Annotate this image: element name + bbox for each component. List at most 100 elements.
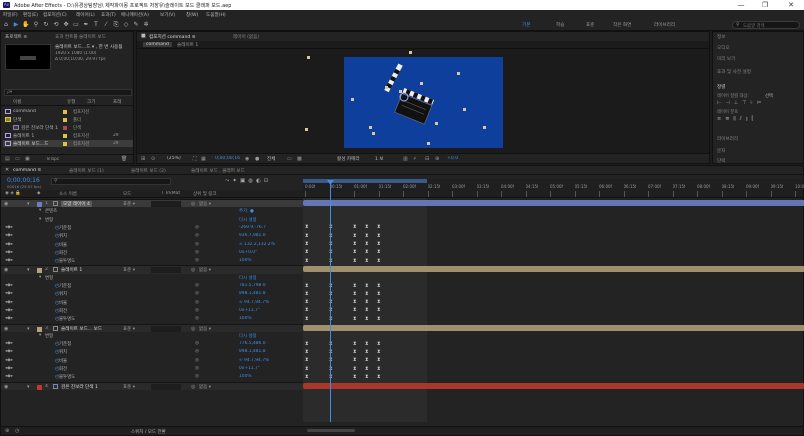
twirl-down-icon[interactable]: ▾ [27,267,30,273]
keyframe-navigator-icon[interactable]: ◂◆▸ [5,308,13,313]
keyframe-icon[interactable]: ⧗ [305,258,309,264]
keyframe-icon[interactable]: ⧗ [377,291,381,297]
selection-icon[interactable]: ▶ [12,21,20,29]
menu-composition[interactable]: 컴포지션(C) [43,12,67,18]
hand-icon[interactable]: ✋ [22,21,30,29]
keyframe-icon[interactable]: ⧗ [353,225,357,230]
twirl-down-icon[interactable]: ▾ [39,275,41,280]
keyframe-icon[interactable]: ⧗ [365,233,369,239]
visibility-eye-icon[interactable]: ◉ [4,326,8,332]
minimize-button[interactable]: — [732,0,750,10]
expression-pickwhip-icon[interactable]: ◎ [195,250,199,255]
project-item-selected[interactable]: 슬레이트 보드...드 컴포지션 29 [3,140,133,147]
pick-whip-icon[interactable]: ◎ [191,201,195,207]
rotate-icon[interactable]: ↻ [42,21,50,29]
property-value[interactable]: 776.5,486.0 [239,341,266,346]
color-channel-icon[interactable]: ● [255,156,259,162]
help-search-input[interactable]: ⚲ 도움말 검색 [732,21,800,29]
transform-handle[interactable] [399,90,402,93]
property-value[interactable]: ∞ 132.2,132.2% [239,242,275,247]
expression-pickwhip-icon[interactable]: ◎ [195,349,199,354]
align-to-dropdown[interactable]: 선택 [765,93,773,99]
col-trkmat[interactable]: T TrkMat [161,191,180,196]
expression-pickwhip-icon[interactable]: ◎ [195,225,199,230]
close-tab-icon[interactable]: ✕ [5,167,9,173]
toggle-pixel-icon[interactable]: ▥ [403,156,408,162]
new-folder-icon[interactable]: ▭ [15,156,20,162]
keyframe-icon[interactable]: ⧗ [305,283,309,289]
keyframe-navigator-icon[interactable]: ◂◆▸ [5,374,13,379]
keyframe-icon[interactable]: ⧗ [353,374,357,380]
keyframe-icon[interactable]: ⧗ [305,250,309,255]
transform-handle[interactable] [427,142,430,145]
property-row[interactable]: ◂◆▸ ◴ 위치 898.1,481.8 ◎ [1,290,303,298]
maximize-button[interactable]: ❐ [756,0,774,10]
keyframe-navigator-icon[interactable]: ◂◆▸ [5,225,13,230]
keyframe-icon[interactable]: ⧗ [365,283,369,289]
transform-handle[interactable] [351,98,354,101]
panel-effects-presets[interactable]: 효과 및 사전 설정 [717,69,751,75]
twirl-down-icon[interactable]: ▾ [39,217,41,222]
layer-label-color[interactable] [37,202,42,207]
keyframe-navigator-icon[interactable]: ◂◆▸ [5,300,13,305]
fit-icon[interactable]: ⛶ [193,156,197,162]
expression-pickwhip-icon[interactable]: ◎ [195,242,199,247]
interpret-footage-icon[interactable]: ▤ [5,156,10,162]
panel-character[interactable]: 문자 [717,148,725,154]
tab-slate-clapper[interactable]: 슬레이트 보드 , 클래퍼 보드 [191,168,245,174]
breadcrumb-command[interactable]: command [143,42,172,47]
menu-window[interactable]: 창(W) [186,12,198,18]
col-parent-link[interactable]: 상위 및 링크 [193,191,217,197]
tab-project[interactable]: 프로젝트 ≡ [5,34,27,40]
twirl-down-icon[interactable]: ▾ [27,201,30,207]
layer-label-color[interactable] [37,326,42,332]
workspace-learn[interactable]: 학습 [556,22,564,28]
keyframe-icon[interactable]: ⧗ [305,316,309,322]
project-item[interactable]: 검은 진보라 단색 1 단색 [3,124,133,131]
keyframe-icon[interactable]: ⧗ [365,308,369,313]
property-value[interactable]: 898.1,481.8 [239,349,266,354]
col-type[interactable]: 유형 [67,99,75,105]
pen-icon[interactable]: ✒ [82,21,90,29]
render-time-icon[interactable]: ◷ [15,428,19,434]
zoom-dropdown[interactable]: (25%) [167,156,181,161]
parent-dropdown[interactable]: 없음 ▾ [199,267,211,273]
col-size[interactable]: 크기 [87,99,95,105]
layer-duration-bar[interactable] [303,324,804,331]
expression-pickwhip-icon[interactable]: ◎ [195,291,199,296]
keyframe-icon[interactable]: ⧗ [353,283,357,289]
expression-pickwhip-icon[interactable]: ◎ [195,316,199,321]
twirl-down-icon[interactable]: ▾ [27,326,30,332]
label-color-swatch[interactable] [63,142,67,146]
panel-audio[interactable]: 오디오 [717,45,730,51]
resolution-dropdown[interactable]: 전체 [267,156,275,162]
keyframe-icon[interactable]: ⧗ [365,349,369,355]
expression-pickwhip-icon[interactable]: ◎ [195,341,199,346]
keyframe-icon[interactable]: ⧗ [353,341,357,347]
timeline-switch-buttons[interactable]: ⤳✦▣◍◐⊡ [225,178,301,186]
visibility-eye-icon[interactable]: ◉ [4,267,8,273]
keyframe-icon[interactable]: ⧗ [377,250,381,255]
property-row[interactable]: ◂◆▸ ◴ 비율 ∞ 132.2,132.2% ◎ [1,241,303,249]
keyframe-navigator-icon[interactable]: ◂◆▸ [5,250,13,255]
keyframe-navigator-icon[interactable]: ◂◆▸ [5,283,13,288]
keyframe-icon[interactable]: ⧗ [353,291,357,297]
orbit-icon[interactable]: ⟲ [52,21,60,29]
keyframe-navigator-icon[interactable]: ◂◆▸ [5,358,13,363]
menu-effect[interactable]: 효과(T) [101,12,116,18]
views-dropdown[interactable]: 1 보 [375,156,384,162]
keyframe-navigator-icon[interactable]: ◂◆▸ [5,242,13,247]
label-color-swatch[interactable] [63,134,67,138]
trash-icon[interactable]: 🗑 [121,156,127,162]
visibility-eye-icon[interactable]: ◉ [4,384,8,390]
keyframe-icon[interactable]: ⧗ [377,366,381,372]
transform-handle[interactable] [369,126,372,129]
layer-row[interactable]: ◉ ▾ 1 모양 레이어 4 표준 ▾ ◎ 없음 ▾ [1,199,303,208]
distribute-buttons[interactable]: ≡≣⫼⫽⫾⫿ [717,116,801,122]
keyframe-icon[interactable]: ⧗ [353,349,357,355]
menu-file[interactable]: 파일(F) [3,12,18,18]
workspace-standard[interactable]: 표준 [586,22,594,28]
trkmat-dropdown[interactable] [151,267,181,274]
keyframe-icon[interactable]: ⧗ [365,291,369,297]
property-row[interactable]: ◂◆▸ ◴ 불투명도 100% ◎ [1,373,303,381]
